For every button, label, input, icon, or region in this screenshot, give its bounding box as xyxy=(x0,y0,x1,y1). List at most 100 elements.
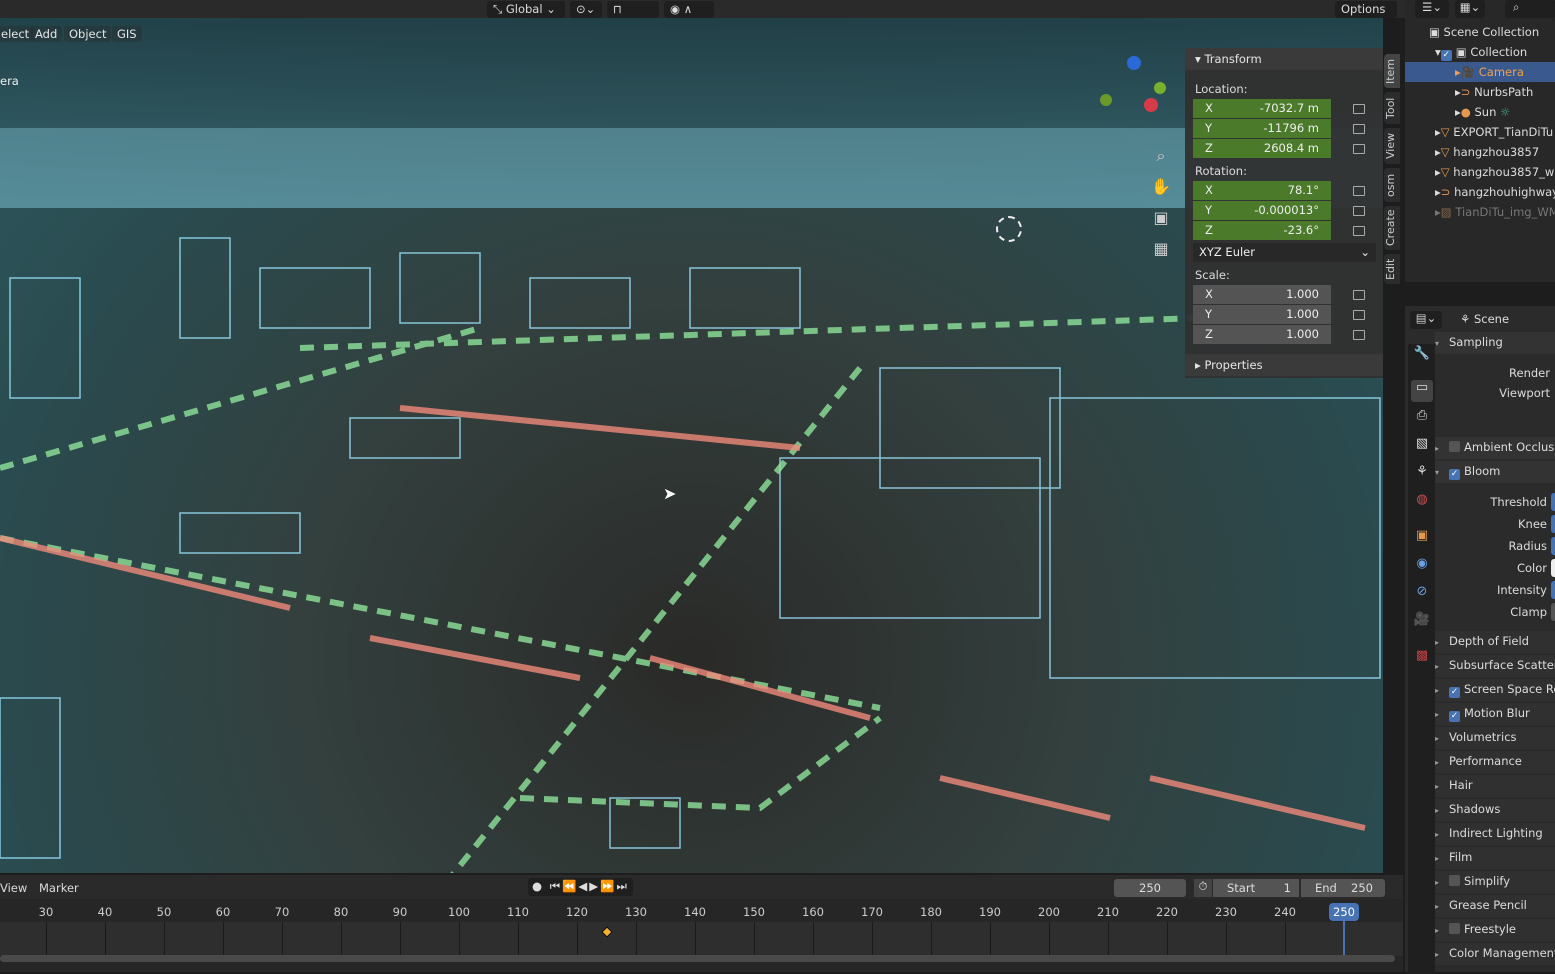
render-panel[interactable]: ▸ Freestyle xyxy=(1435,919,1555,941)
render-panel[interactable]: ▸ Color Management xyxy=(1435,943,1555,965)
display-mode-dropdown[interactable]: ☰⌄ xyxy=(1415,0,1449,18)
bloom-field-value[interactable] xyxy=(1551,581,1555,599)
outliner-item[interactable]: ▸⊃ NurbsPath xyxy=(1405,82,1555,102)
scale-x-field[interactable]: X 1.000 xyxy=(1193,285,1331,304)
rotation-y-field[interactable]: Y -0.000013° xyxy=(1193,201,1331,220)
rotation-x-field[interactable]: X 78.1° xyxy=(1193,181,1331,200)
current-frame-field[interactable]: 250 xyxy=(1114,879,1186,897)
modifier-tab-icon[interactable]: ◉ xyxy=(1411,556,1433,578)
lock-icon[interactable] xyxy=(1353,290,1365,300)
navigation-gizmo[interactable] xyxy=(1100,56,1175,136)
render-panel[interactable]: ▸ Film xyxy=(1435,847,1555,869)
scale-z-field[interactable]: Z 1.000 xyxy=(1193,325,1331,344)
properties-header[interactable]: ▸ Properties xyxy=(1185,354,1383,376)
options-dropdown[interactable]: Options ⌄ xyxy=(1335,1,1397,30)
menu-add[interactable]: Add xyxy=(30,26,63,42)
output-tab-icon[interactable]: ⎙ xyxy=(1411,408,1433,430)
rotation-mode-dropdown[interactable]: XYZ Euler ⌄ xyxy=(1193,243,1376,262)
lock-icon[interactable] xyxy=(1353,226,1365,236)
camera-view-icon[interactable]: ▣ xyxy=(1150,202,1172,233)
lock-icon[interactable] xyxy=(1353,144,1365,154)
next-key-icon[interactable]: ⏩ xyxy=(600,879,616,893)
play-icon[interactable]: ▶ xyxy=(589,879,600,893)
menu-gis[interactable]: GIS xyxy=(112,26,142,42)
object-tab-icon[interactable]: ▣ xyxy=(1411,528,1433,550)
ambient-occlusion-panel[interactable]: ▸Ambient Occlusion xyxy=(1435,437,1555,459)
z-axis-icon[interactable] xyxy=(1127,56,1141,70)
3d-viewport[interactable]: elect Add Object GIS era ⌕ ✋ ▣ ▦ ➤ xyxy=(0,18,1383,873)
lock-icon[interactable] xyxy=(1353,206,1365,216)
x-axis-icon[interactable] xyxy=(1144,98,1158,112)
render-tab-icon[interactable]: ▭ xyxy=(1411,380,1433,402)
editor-type-dropdown[interactable]: ▤⌄ xyxy=(1410,311,1442,329)
lock-icon[interactable] xyxy=(1353,186,1365,196)
zoom-icon[interactable]: ⌕ xyxy=(1150,140,1172,171)
outliner-item[interactable]: ▸▽ EXPORT_TianDiTu xyxy=(1405,122,1555,142)
dopesheet-area[interactable] xyxy=(0,922,1403,956)
texture-tab-icon[interactable]: ▩ xyxy=(1411,648,1433,670)
tab-osm[interactable]: osm xyxy=(1384,168,1400,202)
checkbox[interactable]: ✓ xyxy=(1449,687,1460,698)
tab-item[interactable]: Item xyxy=(1384,54,1400,88)
outliner-item[interactable]: ▸▨ TianDiTu_img_WM xyxy=(1405,202,1555,222)
outliner-item[interactable]: ▸▽ hangzhou3857_w xyxy=(1405,162,1555,182)
bloom-field-value[interactable] xyxy=(1551,603,1555,621)
lock-icon[interactable] xyxy=(1353,330,1365,340)
end-frame-field[interactable]: End 250 xyxy=(1301,879,1385,897)
prev-key-icon[interactable]: ⏪ xyxy=(562,879,578,893)
render-panel[interactable]: ▸ Performance xyxy=(1435,751,1555,773)
outliner-item[interactable]: ▸🎥 Camera xyxy=(1405,62,1555,82)
world-tab-icon[interactable]: ◍ xyxy=(1411,492,1433,514)
render-panel[interactable]: ▸Subsurface Scattering xyxy=(1435,655,1555,677)
play-reverse-icon[interactable]: ◀ xyxy=(578,879,589,893)
checkbox[interactable] xyxy=(1449,875,1460,886)
y-axis-icon[interactable] xyxy=(1154,82,1166,94)
render-panel[interactable]: ▸ Grease Pencil xyxy=(1435,895,1555,917)
outliner-item[interactable]: ▣ Scene Collection xyxy=(1405,22,1555,42)
outliner-item[interactable]: ▸▽ hangzhou3857 xyxy=(1405,142,1555,162)
record-icon[interactable]: ● xyxy=(532,879,544,893)
lock-icon[interactable] xyxy=(1353,310,1365,320)
proportional-edit[interactable]: ◉ ∧ xyxy=(664,1,714,18)
orientation-dropdown[interactable]: ⤡ Global ⌄ xyxy=(487,1,565,18)
checkbox[interactable]: ✓ xyxy=(1449,469,1460,480)
neg-y-icon[interactable] xyxy=(1100,94,1112,106)
location-y-field[interactable]: Y -11796 m xyxy=(1193,119,1331,138)
location-z-field[interactable]: Z 2608.4 m xyxy=(1193,139,1331,158)
render-panel[interactable]: ▸ ✓ Motion Blur xyxy=(1435,703,1555,725)
menu-marker[interactable]: Marker xyxy=(39,881,79,895)
filter-dropdown[interactable]: ▦⌄ xyxy=(1455,0,1485,18)
render-panel[interactable]: ▸ Shadows xyxy=(1435,799,1555,821)
checkbox[interactable] xyxy=(1449,441,1460,452)
render-panel[interactable]: ▸ Indirect Lighting xyxy=(1435,823,1555,845)
pivot-dropdown[interactable]: ⊙⌄ xyxy=(570,1,602,18)
lock-icon[interactable] xyxy=(1353,104,1365,114)
pan-hand-icon[interactable]: ✋ xyxy=(1150,171,1172,202)
render-panel[interactable]: ▸ Volumetrics xyxy=(1435,727,1555,749)
rotation-z-field[interactable]: Z -23.6° xyxy=(1193,221,1331,240)
render-panel[interactable]: ▸ Simplify xyxy=(1435,871,1555,893)
jump-start-icon[interactable]: ⏮ xyxy=(550,879,562,893)
tab-create[interactable]: Create xyxy=(1384,206,1400,250)
outliner-item[interactable]: ▾ ✓ ▣ Collection xyxy=(1405,42,1555,62)
lock-icon[interactable] xyxy=(1353,124,1365,134)
scene-tab-icon[interactable]: ⚘ xyxy=(1411,464,1433,486)
playhead-frame[interactable]: 250 xyxy=(1329,903,1359,921)
bloom-field-value[interactable] xyxy=(1551,515,1555,533)
checkbox[interactable] xyxy=(1449,923,1460,934)
timeline-scrollbar[interactable] xyxy=(0,955,1395,962)
outliner-item[interactable]: ▸● Sun ☼ xyxy=(1405,102,1555,122)
jump-end-icon[interactable]: ⏭ xyxy=(616,879,628,893)
render-panel[interactable]: ▸✓Screen Space Reflections xyxy=(1435,679,1555,701)
bloom-field-value[interactable] xyxy=(1551,559,1555,577)
tab-tool[interactable]: Tool xyxy=(1384,92,1400,124)
render-panel[interactable]: ▸ Depth of Field xyxy=(1435,631,1555,653)
tab-edit[interactable]: Edit xyxy=(1384,254,1400,284)
location-x-field[interactable]: X -7032.7 m xyxy=(1193,99,1331,118)
scale-y-field[interactable]: Y 1.000 xyxy=(1193,305,1331,324)
menu-object[interactable]: Object xyxy=(64,26,112,42)
data-tab-icon[interactable]: 🎥 xyxy=(1411,612,1433,634)
search-icon[interactable]: ⌕ xyxy=(1505,0,1555,18)
render-panel[interactable]: ▸ Hair xyxy=(1435,775,1555,797)
transform-header[interactable]: ▾ Transform xyxy=(1185,48,1383,70)
